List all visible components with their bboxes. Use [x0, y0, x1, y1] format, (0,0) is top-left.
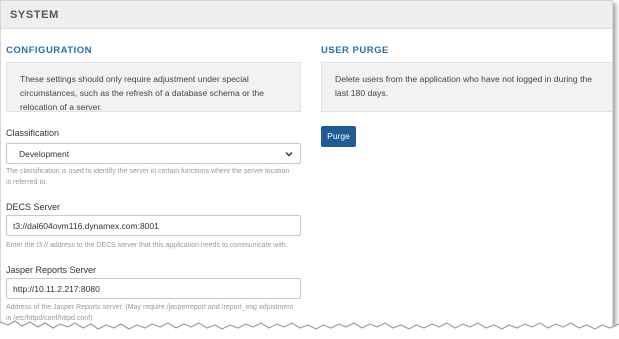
panel-title: SYSTEM: [10, 9, 59, 21]
classification-label: Classification: [6, 128, 60, 138]
configuration-info-box: These settings should only require adjus…: [6, 62, 301, 112]
chevron-down-icon: [285, 152, 293, 157]
torn-edge: [0, 320, 619, 339]
decs-server-input[interactable]: t3://dal604ovm116.dynamex.com:8001: [6, 215, 301, 236]
configuration-info-text: These settings should only require adjus…: [20, 74, 265, 112]
configuration-heading: CONFIGURATION: [6, 45, 93, 56]
classification-select[interactable]: Development: [6, 143, 301, 164]
purge-button[interactable]: Purge: [321, 126, 356, 147]
user-purge-info-box: Delete users from the application who ha…: [321, 62, 612, 112]
system-panel: SYSTEM CONFIGURATION These settings shou…: [0, 0, 613, 331]
jasper-server-label: Jasper Reports Server: [6, 265, 97, 275]
decs-server-help: Enter the t3:// address to the DECS serv…: [6, 242, 288, 249]
decs-server-label: DECS Server: [6, 202, 61, 212]
classification-help: The classification is used to identify t…: [6, 168, 290, 186]
jasper-server-value: http://10.11.2.217:8080: [13, 284, 100, 294]
jasper-server-input[interactable]: http://10.11.2.217:8080: [6, 278, 301, 299]
panel-header: SYSTEM: [1, 1, 612, 29]
user-purge-info-text: Delete users from the application who ha…: [335, 74, 593, 98]
decs-server-value: t3://dal604ovm116.dynamex.com:8001: [13, 221, 159, 231]
classification-selected-value: Development: [19, 149, 70, 159]
user-purge-heading: USER PURGE: [321, 45, 389, 56]
